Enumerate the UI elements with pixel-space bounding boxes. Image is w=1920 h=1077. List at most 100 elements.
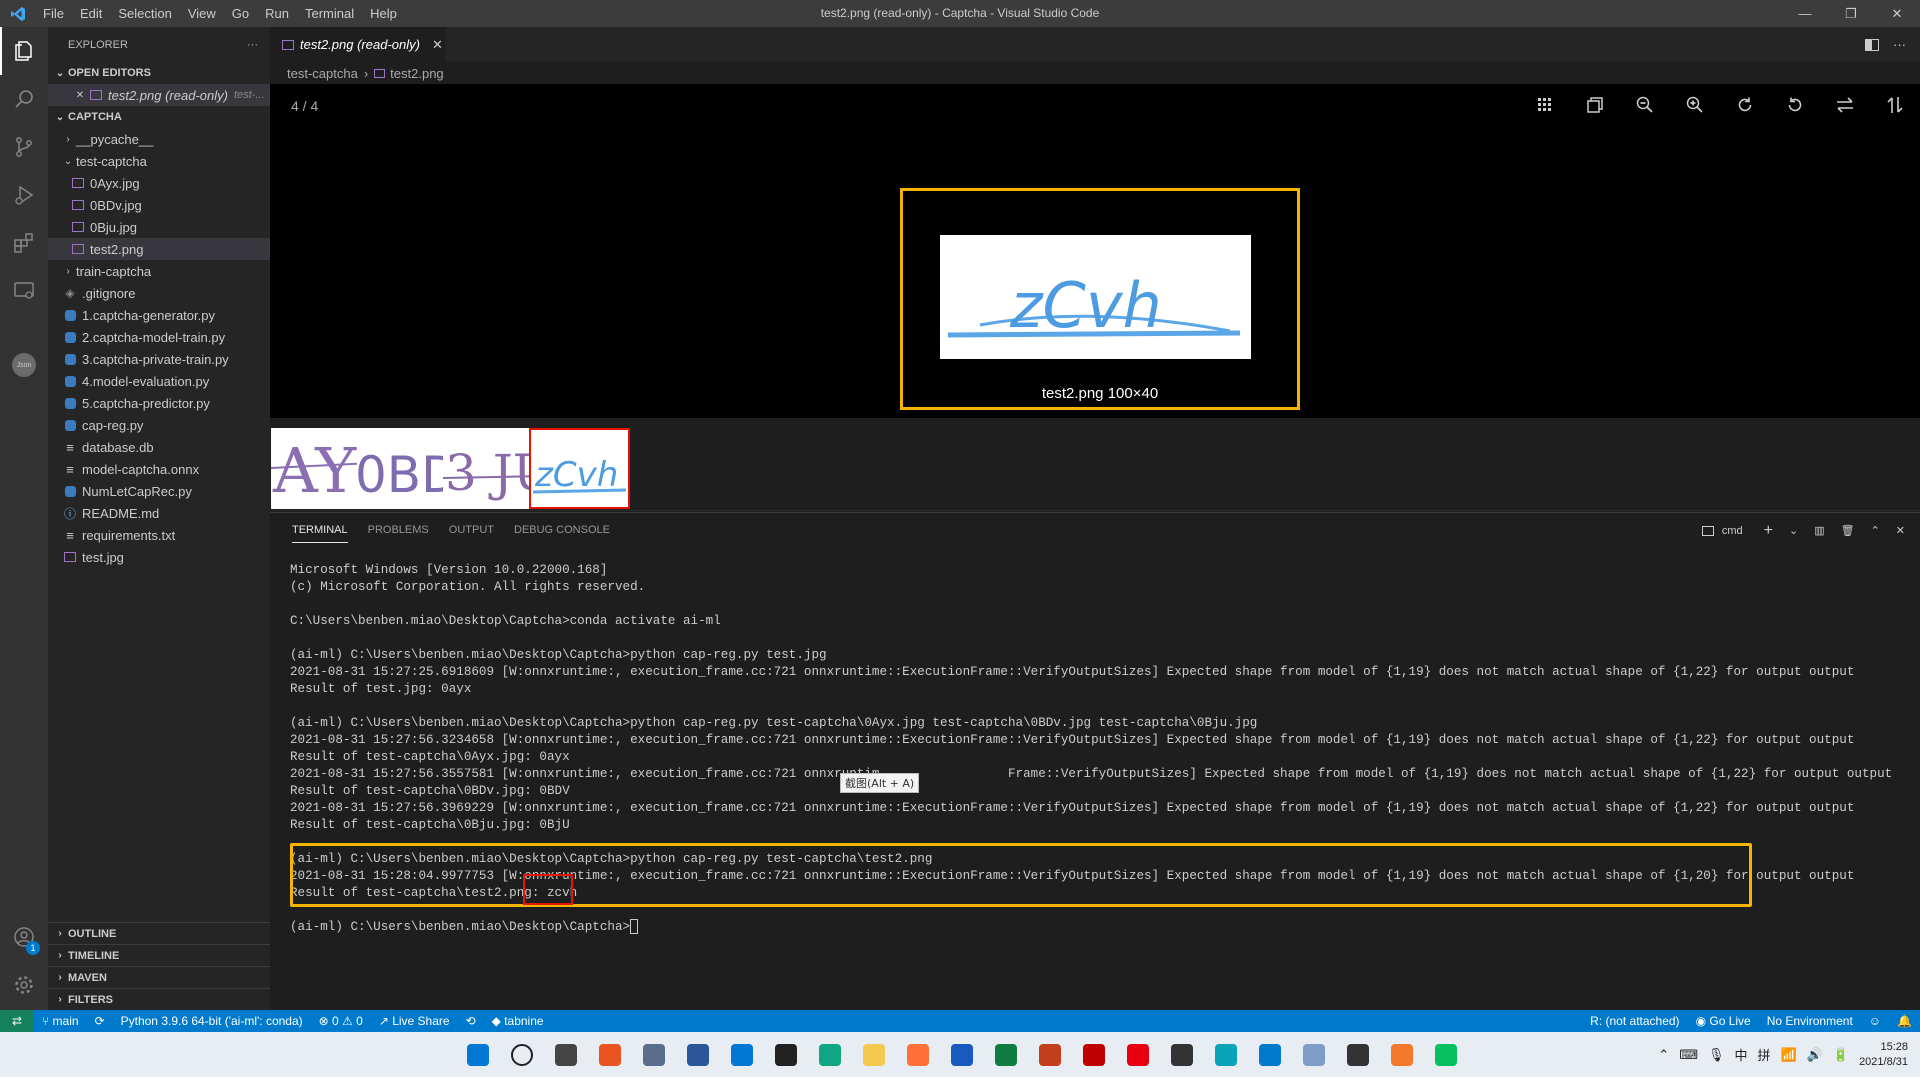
tree-file[interactable]: ◈ .gitignore (48, 282, 270, 304)
tree-file[interactable]: ≡ requirements.txt (48, 524, 270, 546)
close-editor-icon[interactable]: ✕ (72, 90, 88, 101)
new-terminal-button[interactable]: + (1759, 522, 1778, 540)
explorer-icon[interactable] (0, 27, 48, 75)
tab-problems[interactable]: PROBLEMS (358, 513, 439, 548)
kill-terminal-icon[interactable]: 🗑 (1836, 524, 1860, 537)
taskbar-app-icon[interactable] (1120, 1038, 1156, 1072)
search-icon[interactable] (0, 75, 48, 123)
restore-button[interactable]: ❐ (1828, 0, 1874, 27)
taskbar-app-icon[interactable] (1384, 1038, 1420, 1072)
taskbar-app-icon[interactable] (548, 1038, 584, 1072)
breadcrumb-folder[interactable]: test-captcha (287, 66, 358, 81)
taskbar-app-icon[interactable] (1208, 1038, 1244, 1072)
tree-file[interactable]: NumLetCapRec.py (48, 480, 270, 502)
thumbnail-test2[interactable]: zCvh (529, 428, 630, 509)
menu-file[interactable]: File (35, 0, 72, 27)
tab-output[interactable]: OUTPUT (439, 513, 504, 548)
timeline-section[interactable]: › TIMELINE (48, 944, 270, 966)
more-editor-actions-icon[interactable]: ··· (1893, 37, 1906, 52)
live-share[interactable]: ↗ Live Share (371, 1014, 458, 1028)
tab-close-icon[interactable]: ✕ (432, 37, 443, 53)
captcha-image[interactable]: zCvh (940, 235, 1251, 359)
wifi-icon[interactable]: 📶 (1781, 1047, 1797, 1063)
tree-file[interactable]: ⓘ README.md (48, 502, 270, 524)
rotate-left-icon[interactable] (1770, 90, 1820, 120)
python-interpreter[interactable]: Python 3.9.6 64-bit ('ai-ml': conda) (113, 1014, 311, 1028)
tree-file[interactable]: test.jpg (48, 546, 270, 568)
breadcrumb-file[interactable]: test2.png (390, 66, 444, 81)
taskbar-app-icon[interactable] (812, 1038, 848, 1072)
start-button[interactable] (460, 1038, 496, 1072)
feedback-icon[interactable]: ☺ (1861, 1014, 1889, 1028)
taskbar-app-icon[interactable] (592, 1038, 628, 1072)
volume-icon[interactable]: 🔊 (1807, 1047, 1823, 1063)
tree-file[interactable]: ≡ database.db (48, 436, 270, 458)
tree-file[interactable]: 2.captcha-model-train.py (48, 326, 270, 348)
menu-view[interactable]: View (180, 0, 224, 27)
maximize-panel-icon[interactable]: ⌃ (1866, 524, 1885, 537)
taskbar-app-icon[interactable] (1032, 1038, 1068, 1072)
problems-indicator[interactable]: ⊗ 0 ⚠ 0 (311, 1014, 371, 1028)
zoom-out-icon[interactable] (1620, 90, 1670, 120)
tree-file[interactable]: test2.png (48, 238, 270, 260)
remote-explorer-icon[interactable] (0, 267, 48, 315)
tree-folder[interactable]: › __pycache__ (48, 128, 270, 150)
menu-help[interactable]: Help (362, 0, 405, 27)
tree-file[interactable]: 0Bju.jpg (48, 216, 270, 238)
terminal-shell-selector[interactable]: cmd (1697, 525, 1753, 537)
taskbar-app-icon[interactable] (1252, 1038, 1288, 1072)
r-status[interactable]: R: (not attached) (1582, 1014, 1687, 1028)
tree-file[interactable]: 5.captcha-predictor.py (48, 392, 270, 414)
taskbar-app-icon[interactable] (768, 1038, 804, 1072)
project-section[interactable]: ⌄ CAPTCHA (48, 106, 270, 128)
tray-chevron-icon[interactable]: ⌃ (1658, 1047, 1669, 1063)
tree-file[interactable]: 4.model-evaluation.py (48, 370, 270, 392)
tab-debug-console[interactable]: DEBUG CONSOLE (504, 513, 620, 548)
flip-horizontal-icon[interactable] (1820, 90, 1870, 120)
tree-file[interactable]: ≡ model-captcha.onnx (48, 458, 270, 480)
run-debug-icon[interactable] (0, 171, 48, 219)
open-editors-section[interactable]: ⌄ OPEN EDITORS (48, 62, 270, 84)
tree-file[interactable]: 0BDv.jpg (48, 194, 270, 216)
environment-status[interactable]: No Environment (1759, 1014, 1861, 1028)
taskbar-app-icon[interactable] (1164, 1038, 1200, 1072)
taskbar-app-icon[interactable] (1296, 1038, 1332, 1072)
filters-section[interactable]: › FILTERS (48, 988, 270, 1010)
keyboard-icon[interactable]: ⌨ (1679, 1047, 1698, 1063)
history-icon[interactable]: ⟲ (458, 1014, 484, 1028)
menu-selection[interactable]: Selection (110, 0, 179, 27)
ime-pinyin[interactable]: 拼 (1757, 1045, 1770, 1064)
taskbar-app-icon[interactable] (636, 1038, 672, 1072)
close-panel-icon[interactable]: ✕ (1891, 524, 1910, 537)
taskbar-app-icon[interactable] (1340, 1038, 1376, 1072)
split-editor-icon[interactable] (1865, 38, 1879, 51)
notifications-bell-icon[interactable]: 🔔 (1889, 1014, 1920, 1028)
taskbar-app-icon[interactable] (900, 1038, 936, 1072)
go-live[interactable]: ◉ Go Live (1688, 1014, 1759, 1028)
taskbar-app-icon[interactable] (988, 1038, 1024, 1072)
outline-section[interactable]: › OUTLINE (48, 922, 270, 944)
clock[interactable]: 15:28 2021/8/31 (1859, 1040, 1908, 1070)
tree-file[interactable]: 0Ayx.jpg (48, 172, 270, 194)
split-terminal-icon[interactable]: ▥ (1809, 524, 1829, 537)
menu-terminal[interactable]: Terminal (297, 0, 362, 27)
minimize-button[interactable]: — (1782, 0, 1828, 27)
tabnine[interactable]: ◆ tabnine (484, 1014, 552, 1028)
settings-gear-icon[interactable] (0, 961, 48, 1009)
flip-vertical-icon[interactable] (1870, 90, 1920, 120)
zoom-in-icon[interactable] (1670, 90, 1720, 120)
grid-icon[interactable] (1520, 90, 1570, 120)
taskbar-search-icon[interactable] (504, 1038, 540, 1072)
terminal-dropdown-icon[interactable]: ⌄ (1784, 524, 1803, 537)
tab-terminal[interactable]: TERMINAL (282, 513, 358, 548)
ime-mode[interactable]: 中 (1734, 1045, 1747, 1064)
taskbar-app-icon[interactable] (856, 1038, 892, 1072)
account-icon[interactable]: 1 (0, 913, 48, 961)
extensions-icon[interactable] (0, 219, 48, 267)
remote-indicator[interactable]: ⇄ (0, 1010, 34, 1032)
rotate-right-icon[interactable] (1720, 90, 1770, 120)
menu-go[interactable]: Go (224, 0, 257, 27)
tree-file[interactable]: 3.captcha-private-train.py (48, 348, 270, 370)
taskbar-app-icon[interactable] (1076, 1038, 1112, 1072)
tree-folder[interactable]: › train-captcha (48, 260, 270, 282)
